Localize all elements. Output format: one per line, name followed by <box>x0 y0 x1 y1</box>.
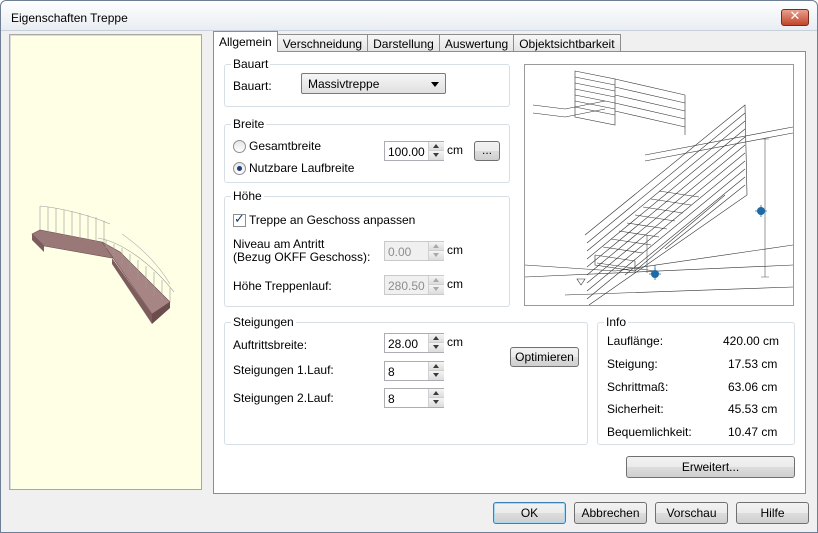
optimieren-button[interactable]: Optimieren <box>510 347 579 367</box>
info-sicherheit-label: Sicherheit: <box>607 402 664 416</box>
steigungen-group-label: Steigungen <box>233 315 294 329</box>
bauart-label: Bauart: <box>233 79 272 93</box>
hoehe-treppenlauf-label: Höhe Treppenlauf: <box>233 279 332 293</box>
close-button[interactable]: ✕ <box>781 9 809 26</box>
gesamtbreite-label[interactable]: Gesamtbreite <box>249 139 321 153</box>
auftrittsbreite-value: 28.00 <box>388 337 419 351</box>
breite-unit: cm <box>447 143 463 157</box>
steigungen-2-lauf-input[interactable]: 8 <box>384 388 444 408</box>
info-lauflaenge-label: Lauflänge: <box>607 334 664 348</box>
niveau-value: 0.00 <box>388 245 412 259</box>
spin-up-icon[interactable] <box>429 362 444 371</box>
window-title: Eigenschaften Treppe <box>11 11 128 25</box>
spin-up-icon[interactable] <box>429 389 444 398</box>
auftrittsbreite-unit: cm <box>447 335 463 349</box>
info-schrittmass-label: Schrittmaß: <box>607 380 669 394</box>
spin-down-icon <box>429 251 444 260</box>
gesamtbreite-radio[interactable] <box>233 140 246 153</box>
vorschau-button[interactable]: Vorschau <box>655 502 728 524</box>
auftrittsbreite-label: Auftrittsbreite: <box>233 338 308 352</box>
nutzbare-laufbreite-radio[interactable] <box>233 162 246 175</box>
info-bequemlichkeit-value: 10.47 cm <box>728 425 778 439</box>
steigungen-2-lauf-value: 8 <box>388 392 395 406</box>
spin-up-icon[interactable] <box>429 142 444 151</box>
tab-strip: Allgemein Verschneidung Darstellung Ausw… <box>213 31 621 52</box>
hilfe-button[interactable]: Hilfe <box>736 502 809 524</box>
chevron-down-icon <box>431 82 439 87</box>
spin-down-icon[interactable] <box>429 398 444 407</box>
spin-down-icon[interactable] <box>429 371 444 380</box>
info-schrittmass-value: 63.06 cm <box>728 380 778 394</box>
stair-diagram <box>524 70 794 306</box>
niveau-unit: cm <box>447 243 463 257</box>
steigungen-1-lauf-input[interactable]: 8 <box>384 361 444 381</box>
tab-verschneidung[interactable]: Verschneidung <box>276 34 369 52</box>
abbrechen-button[interactable]: Abbrechen <box>574 502 647 524</box>
erweitert-button[interactable]: Erweitert... <box>626 456 795 478</box>
treppe-anpassen-checkbox[interactable] <box>233 212 246 227</box>
hoehe-treppenlauf-unit: cm <box>447 277 463 291</box>
marker-icon <box>651 207 765 278</box>
nutzbare-laufbreite-label[interactable]: Nutzbare Laufbreite <box>249 161 354 175</box>
tab-objektsichtbarkeit[interactable]: Objektsichtbarkeit <box>513 34 621 52</box>
niveau-label-line1: Niveau am Antritt <box>233 237 325 251</box>
spin-up-icon[interactable] <box>429 334 444 343</box>
tab-allgemein[interactable]: Allgemein <box>213 31 278 52</box>
info-sicherheit-value: 45.53 cm <box>728 402 778 416</box>
hoehe-treppenlauf-input: 280.50 <box>384 275 444 295</box>
breite-input[interactable]: 100.00 <box>384 141 444 161</box>
dialog-window: Eigenschaften Treppe ✕ Allgemein Verschn… <box>0 0 818 533</box>
tab-darstellung[interactable]: Darstellung <box>367 34 440 52</box>
info-group-label: Info <box>606 315 627 329</box>
info-steigung-label: Steigung: <box>607 357 658 371</box>
breite-group-label: Breite <box>233 117 265 131</box>
spin-down-icon[interactable] <box>429 343 444 352</box>
info-bequemlichkeit-label: Bequemlichkeit: <box>607 425 692 439</box>
breite-value: 100.00 <box>388 145 425 159</box>
info-steigung-value: 17.53 cm <box>728 357 778 371</box>
hoehe-treppenlauf-value: 280.50 <box>388 279 425 293</box>
bauart-selected-value: Massivtreppe <box>308 77 380 91</box>
stair-parameter-illustration <box>524 64 794 306</box>
hoehe-group-label: Höhe <box>233 189 262 203</box>
steigungen-1-lauf-value: 8 <box>388 365 395 379</box>
ok-button[interactable]: OK <box>493 502 566 524</box>
steigungen-1-lauf-label: Steigungen 1.Lauf: <box>233 363 334 377</box>
spin-up-icon <box>429 242 444 251</box>
bauart-dropdown[interactable]: Massivtreppe <box>301 73 446 94</box>
spin-up-icon <box>429 276 444 285</box>
niveau-input: 0.00 <box>384 241 444 261</box>
niveau-label-line2: (Bezug OKFF Geschoss): <box>233 250 371 264</box>
title-bar[interactable]: Eigenschaften Treppe ✕ <box>1 1 817 31</box>
stair-3d-thumbnail <box>31 205 175 324</box>
treppe-anpassen-label[interactable]: Treppe an Geschoss anpassen <box>249 213 415 227</box>
spin-down-icon[interactable] <box>429 151 444 160</box>
steigungen-2-lauf-label: Steigungen 2.Lauf: <box>233 391 334 405</box>
3d-preview-pane[interactable] <box>9 34 202 490</box>
breite-more-button[interactable]: ... <box>474 141 500 161</box>
tab-auswertung[interactable]: Auswertung <box>438 34 515 52</box>
spin-down-icon <box>429 285 444 294</box>
auftrittsbreite-input[interactable]: 28.00 <box>384 333 444 353</box>
info-lauflaenge-value: 420.00 cm <box>723 334 780 348</box>
bauart-group-label: Bauart <box>233 57 269 71</box>
